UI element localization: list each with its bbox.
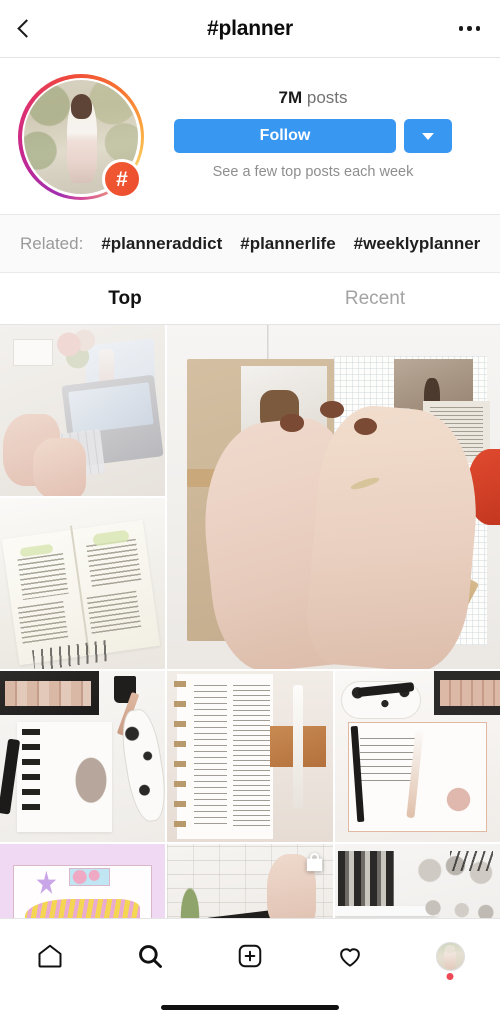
home-icon	[38, 944, 62, 968]
follow-note: See a few top posts each week	[212, 164, 414, 180]
hashtag-avatar[interactable]: #	[18, 74, 144, 200]
notification-badge	[446, 973, 454, 980]
profile-details: 7M posts Follow See a few top posts each…	[144, 74, 482, 214]
related-tag-3[interactable]: #weeklyplanner	[354, 234, 481, 254]
plus-square-icon	[238, 944, 262, 968]
hashtag-badge-icon: #	[102, 159, 142, 199]
shopping-bag-icon	[306, 853, 322, 872]
heart-icon	[340, 948, 360, 967]
ellipsis-icon	[467, 26, 472, 31]
tab-top[interactable]: Top	[0, 273, 250, 324]
tab-recent[interactable]: Recent	[250, 273, 500, 324]
content-tabs: Top Recent	[0, 273, 500, 325]
page-title: #planner	[207, 16, 293, 40]
chevron-left-icon	[17, 19, 36, 38]
ellipsis-icon	[458, 26, 464, 31]
post-hands-journal[interactable]	[167, 325, 500, 669]
post-pastel-lettering[interactable]	[0, 844, 166, 918]
follow-options-button[interactable]	[404, 119, 452, 153]
app-header: #planner	[0, 0, 500, 58]
post-open-journal[interactable]	[334, 671, 500, 842]
profile-avatar-icon	[435, 941, 465, 971]
related-hashtags-row[interactable]: Related: #planneraddict #plannerlife #we…	[0, 215, 500, 273]
related-tag-1[interactable]: #planneraddict	[101, 234, 222, 254]
nav-activity[interactable]	[322, 933, 378, 979]
back-button[interactable]	[17, 12, 54, 46]
instagram-hashtag-screen: #planner # 7M posts Follow See a few top…	[0, 0, 500, 1024]
post-flatlay-palette[interactable]	[0, 671, 166, 842]
more-options-button[interactable]	[458, 26, 480, 31]
post-desk-laptop[interactable]	[0, 325, 166, 496]
chevron-down-icon	[422, 132, 434, 140]
related-label: Related:	[20, 233, 84, 253]
nav-search[interactable]	[122, 933, 178, 979]
ellipsis-icon	[475, 26, 480, 31]
home-indicator	[161, 1005, 339, 1010]
post-office-shelf[interactable]	[334, 844, 500, 918]
post-count: 7M posts	[279, 88, 348, 108]
follow-button[interactable]: Follow	[174, 119, 396, 153]
post-hand-holding-planner[interactable]	[167, 844, 333, 918]
search-icon	[139, 945, 162, 968]
hashtag-profile-section: # 7M posts Follow See a few top posts ea…	[0, 58, 500, 215]
related-tag-2[interactable]: #plannerlife	[240, 234, 335, 254]
post-count-value: 7M	[278, 88, 303, 107]
nav-create[interactable]	[222, 933, 278, 979]
bottom-navigation-bar	[0, 918, 500, 1024]
nav-home[interactable]	[22, 933, 78, 979]
follow-button-row: Follow	[174, 119, 452, 153]
post-ring-binder[interactable]	[167, 671, 333, 842]
post-count-label: posts	[306, 88, 348, 107]
posts-grid	[0, 325, 500, 918]
post-bullet-journal-bed[interactable]	[0, 498, 166, 669]
nav-profile[interactable]	[422, 933, 478, 980]
